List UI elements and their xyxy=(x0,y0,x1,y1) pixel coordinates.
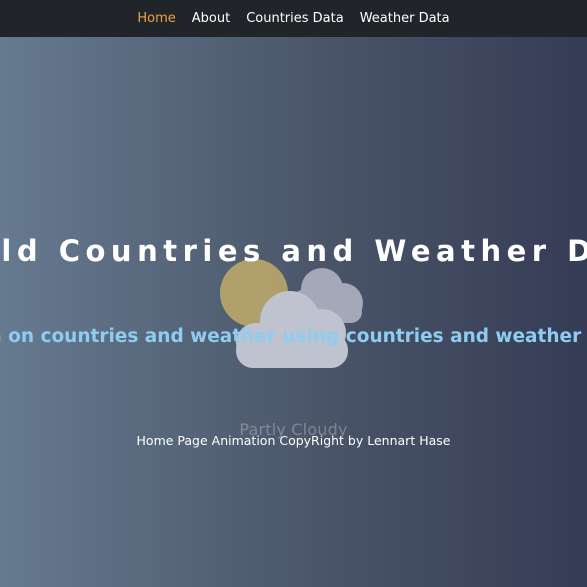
page-title: World Countries and Weather Data xyxy=(0,234,587,268)
navbar: Home About Countries Data Weather Data xyxy=(0,0,587,37)
page-subtitle: Data on countries and weather using coun… xyxy=(0,326,587,347)
nav-link-weather-data[interactable]: Weather Data xyxy=(360,11,450,26)
nav-link-countries-data[interactable]: Countries Data xyxy=(246,11,344,26)
animation-credit: Home Page Animation CopyRight by Lennart… xyxy=(136,433,451,448)
partly-cloudy-icon xyxy=(212,253,372,373)
nav-link-about[interactable]: About xyxy=(192,11,230,26)
nav-link-home[interactable]: Home xyxy=(137,11,175,26)
home-page: Home About Countries Data Weather Data P… xyxy=(0,0,587,587)
